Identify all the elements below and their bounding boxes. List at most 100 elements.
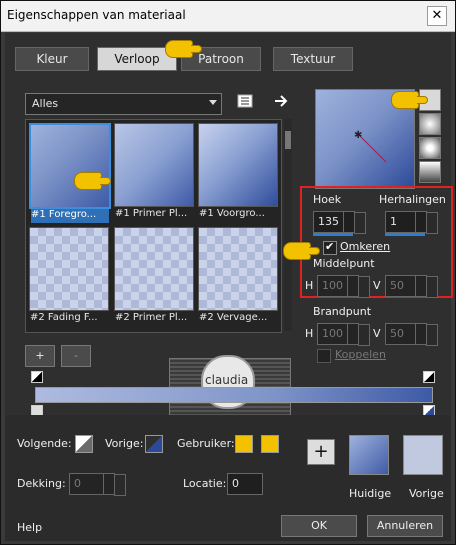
herhalingen-slider[interactable] [385, 233, 425, 236]
spin-arrows-icon[interactable] [347, 276, 358, 296]
brandpunt-v-label: V [373, 327, 381, 340]
herhalingen-value: 1 [390, 215, 397, 228]
pointer-hand-icon [391, 91, 428, 109]
dekking-field[interactable]: 0 [69, 473, 126, 496]
volgende-color-box[interactable] [75, 435, 93, 453]
middelpunt-label: Middelpunt [313, 257, 375, 270]
hoek-slider[interactable] [313, 233, 353, 236]
vorige-swatch[interactable] [403, 435, 443, 475]
vorige-color-box[interactable] [145, 435, 163, 453]
vorige-swatch-label: Vorige [409, 487, 444, 500]
locatie-field[interactable]: 0 [227, 473, 263, 495]
vorige-label: Vorige: [105, 437, 144, 450]
close-button[interactable]: ✕ [427, 6, 447, 26]
hoek-field[interactable]: 135 [313, 211, 366, 234]
remove-stop-button[interactable]: - [61, 345, 91, 367]
swatch-label: #2 Primer Pl... [115, 312, 188, 323]
watermark-text: claudia [205, 373, 249, 387]
swatch-1-primer[interactable]: #1 Primer Pl... [114, 123, 194, 219]
swatch-2-vervagen[interactable]: #2 Vervage... [198, 227, 278, 323]
arrow-right-icon[interactable] [273, 93, 289, 109]
huidige-swatch[interactable] [349, 435, 389, 475]
gradient-editor-bar[interactable] [35, 387, 433, 403]
brandpunt-v-value: 50 [390, 327, 404, 340]
dekking-value: 0 [74, 477, 81, 490]
material-properties-dialog: Eigenschappen van materiaal ✕ Kleur Verl… [0, 0, 456, 545]
scrollbar-thumb[interactable] [285, 131, 291, 149]
spin-arrows-icon[interactable] [343, 212, 354, 232]
add-color-button[interactable]: + [307, 439, 335, 465]
ok-button[interactable]: OK [281, 515, 357, 537]
chevron-down-icon [209, 100, 217, 105]
tab-textuur[interactable]: Textuur [273, 47, 353, 71]
spin-arrows-icon[interactable] [415, 324, 426, 344]
spin-arrows-icon[interactable] [415, 212, 426, 232]
swatch-label: #2 Fading F... [30, 312, 98, 323]
footer-panel: Volgende: Vorige: Gebruiker: Dekking: 0 … [5, 415, 451, 541]
annuleren-button[interactable]: Annuleren [367, 515, 443, 537]
middelpunt-v-field[interactable]: 50 [385, 275, 438, 298]
gebruiker-label: Gebruiker: [177, 437, 235, 450]
dekking-label: Dekking: [17, 477, 66, 490]
spin-arrows-icon[interactable] [103, 474, 114, 494]
locatie-value: 0 [232, 477, 239, 490]
spin-arrows-icon[interactable] [415, 276, 426, 296]
help-link[interactable]: Help [17, 521, 42, 534]
chevron-down-icon[interactable] [114, 474, 126, 496]
gebruiker-color-2[interactable] [261, 435, 279, 453]
svg-text:✱: ✱ [354, 130, 362, 141]
brandpunt-h-label: H [305, 327, 314, 340]
swatch-2-primer[interactable]: #2 Primer Pl... [114, 227, 194, 323]
locatie-label: Locatie: [183, 477, 227, 490]
pointer-hand-icon [74, 172, 111, 190]
opacity-stop-left[interactable] [31, 371, 43, 383]
brandpunt-h-field[interactable]: 100 [317, 323, 370, 346]
swatch-label: #1 Primer Pl... [115, 208, 188, 219]
add-stop-button[interactable]: + [25, 345, 55, 367]
middelpunt-h-field[interactable]: 100 [317, 275, 370, 298]
gradient-swatch-grid: #1 Foregro... #1 Primer Pl... #1 Voorgro… [25, 119, 282, 333]
hoek-label: Hoek [313, 193, 342, 206]
middelpunt-v-label: V [373, 279, 381, 292]
swatch-label: #2 Vervage... [199, 312, 268, 323]
swatch-1-foreground[interactable]: #1 Foregro... [29, 123, 111, 223]
rectangular-style-button[interactable] [419, 113, 441, 135]
radial-style-button[interactable] [419, 161, 441, 183]
sunburst-style-button[interactable] [419, 137, 441, 159]
library-icon[interactable] [237, 93, 253, 109]
tab-kleur[interactable]: Kleur [15, 47, 89, 71]
pointer-hand-icon [165, 40, 202, 58]
swatch-2-fading[interactable]: #2 Fading F... [29, 227, 109, 323]
middelpunt-v-value: 50 [390, 279, 404, 292]
middelpunt-h-value: 100 [322, 279, 343, 292]
category-select-value: Alles [32, 97, 59, 110]
brandpunt-v-field[interactable]: 50 [385, 323, 438, 346]
chevron-down-icon[interactable] [426, 276, 438, 298]
swatch-label: #1 Foregro... [31, 209, 109, 223]
chevron-down-icon[interactable] [358, 276, 370, 298]
spin-arrows-icon[interactable] [347, 324, 358, 344]
koppelen-label: Koppelen [335, 348, 386, 361]
middelpunt-h-label: H [305, 279, 314, 292]
chevron-down-icon[interactable] [354, 212, 366, 234]
chevron-down-icon[interactable] [426, 324, 438, 346]
swatch-scrollbar[interactable] [284, 119, 292, 331]
chevron-down-icon[interactable] [358, 324, 370, 346]
chevron-down-icon[interactable] [426, 212, 438, 234]
opacity-stop-right[interactable] [423, 371, 435, 383]
brandpunt-h-value: 100 [322, 327, 343, 340]
gebruiker-color-1[interactable] [235, 435, 253, 453]
herhalingen-field[interactable]: 1 [385, 211, 438, 234]
dialog-content: Kleur Verloop Patroon Textuur Alles #1 F… [5, 33, 453, 541]
brandpunt-label: Brandpunt [313, 305, 372, 318]
huidige-label: Huidige [349, 487, 392, 500]
pointer-hand-icon [283, 242, 320, 260]
category-select[interactable]: Alles [25, 93, 222, 115]
omkeren-label: Omkeren [340, 240, 391, 253]
swatch-1-voorgrond[interactable]: #1 Voorgro... [198, 123, 278, 219]
swatch-label: #1 Voorgro... [199, 208, 265, 219]
omkeren-checkbox[interactable] [323, 240, 337, 255]
window-title: Eigenschappen van materiaal [7, 8, 186, 22]
koppelen-checkbox[interactable] [317, 349, 331, 363]
volgende-label: Volgende: [17, 437, 72, 450]
